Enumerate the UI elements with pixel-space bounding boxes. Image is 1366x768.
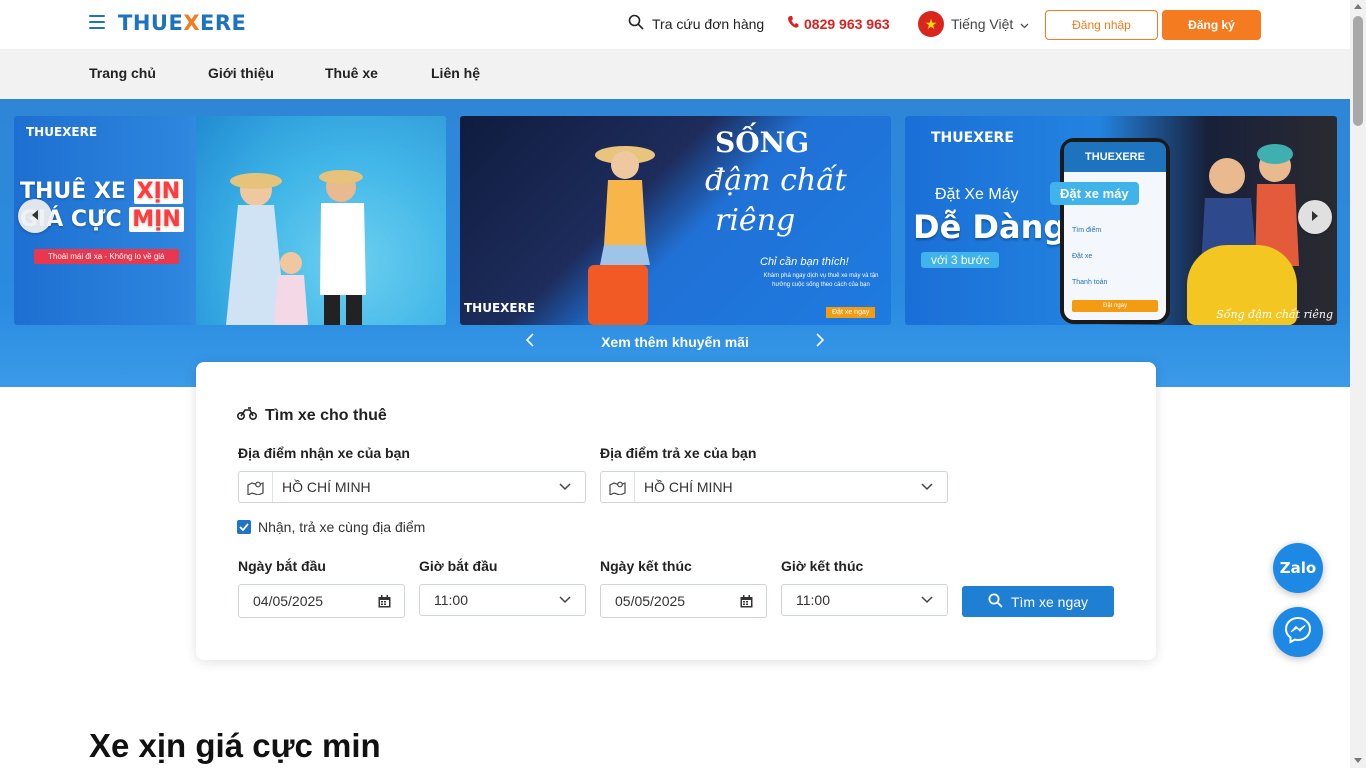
carousel-prev-button[interactable] (18, 199, 52, 233)
chevron-left-icon (30, 208, 40, 224)
dropoff-location-value: HỒ CHÍ MINH (644, 479, 733, 495)
chevron-down-icon (907, 483, 947, 491)
chevron-down-icon (907, 596, 947, 604)
main-nav: Trang chủ Giới thiệu Thuê xe Liên hệ (0, 49, 1350, 99)
calendar-icon (364, 594, 404, 608)
search-card-title: Tìm xe cho thuê (236, 406, 387, 425)
chevron-down-icon (545, 596, 585, 604)
banner-tiny-text: Khám phá ngay dịch vụ thuê xe máy và tận… (763, 273, 879, 288)
top-header: THUEXERE Tra cứu đơn hàng 0829 963 963 ★… (0, 0, 1350, 49)
dropoff-location-label: Địa điểm trả xe của bạn (600, 445, 757, 461)
start-date-value: 04/05/2025 (253, 593, 324, 609)
hero-banner-section: THUEXERE THUÊ XE XỊN GIÁ CỰC MỊN Thoải m… (0, 99, 1350, 387)
vietnam-flag-icon: ★ (918, 11, 944, 37)
traveler-illustration (588, 146, 655, 325)
chevron-down-icon (1020, 16, 1029, 32)
promo-next-icon[interactable] (810, 332, 830, 352)
banner-tagline: Thoải mái đi xa - Không lo về giá (34, 249, 179, 264)
banner-line1: Đặt Xe Máy (935, 186, 1019, 203)
chevron-right-icon (1310, 209, 1320, 225)
promo-pager: Xem thêm khuyến mãi (520, 332, 830, 352)
motorbike-icon (236, 406, 258, 425)
banner-slide-3[interactable]: THUEXERE Đặt Xe Máy Dễ Dàng với 3 bước T… (905, 116, 1337, 325)
start-time-label: Giờ bắt đầu (419, 558, 498, 574)
same-location-checkbox[interactable] (237, 520, 251, 534)
order-lookup-link[interactable]: Tra cứu đơn hàng (628, 14, 764, 33)
pickup-location-label: Địa điểm nhận xe của bạn (238, 445, 410, 461)
site-logo[interactable]: THUEXERE (118, 11, 246, 35)
banner-slide-2[interactable]: SỐNG đậm chất riêng Chỉ cần bạn thích! K… (460, 116, 891, 325)
nav-item-about[interactable]: Giới thiệu (208, 65, 274, 81)
banner-subtitle: đậm chất riêng (705, 163, 847, 238)
end-date-label: Ngày kết thúc (600, 558, 692, 574)
scroll-down-icon[interactable] (1354, 758, 1362, 763)
start-date-input[interactable]: 04/05/2025 (238, 584, 405, 618)
order-lookup-label: Tra cứu đơn hàng (652, 15, 765, 32)
banner-signature: Sống đậm chất riêng (1216, 308, 1333, 321)
page-scrollbar[interactable] (1350, 0, 1366, 768)
map-icon (239, 472, 273, 502)
login-button[interactable]: Đăng nhập (1045, 10, 1158, 40)
nav-item-rent[interactable]: Thuê xe (325, 65, 378, 81)
banner-line2: Dễ Dàng (913, 208, 1067, 246)
banner-book-button: Đặt xe ngay (826, 307, 876, 318)
banner-brand: THUEXERE (464, 301, 536, 315)
start-date-label: Ngày bắt đầu (238, 558, 326, 574)
end-date-input[interactable]: 05/05/2025 (600, 584, 767, 618)
pickup-location-value: HỒ CHÍ MINH (282, 479, 371, 495)
banner-small-text: Chỉ cần bạn thích! (760, 256, 849, 268)
search-submit-button[interactable]: Tìm xe ngay (962, 586, 1114, 617)
promo-link[interactable]: Xem thêm khuyến mãi (601, 334, 749, 350)
section-heading: Xe xịn giá cực min (89, 727, 381, 764)
start-time-select[interactable]: 11:00 (419, 584, 586, 616)
messenger-icon (1284, 616, 1312, 649)
banner-title: SỐNG (715, 126, 810, 159)
search-icon (628, 14, 644, 33)
register-button[interactable]: Đăng ký (1162, 10, 1261, 40)
nav-item-contact[interactable]: Liên hệ (431, 65, 480, 81)
map-icon (601, 472, 635, 502)
banner-brand: THUEXERE (26, 125, 98, 139)
carousel-next-button[interactable] (1298, 200, 1332, 234)
zalo-chat-button[interactable]: Zalo (1273, 543, 1323, 593)
zalo-label: Zalo (1279, 559, 1317, 577)
messenger-chat-button[interactable] (1273, 607, 1323, 657)
dropoff-location-select[interactable]: HỒ CHÍ MINH (600, 471, 948, 503)
banner-slide-1[interactable]: THUEXERE THUÊ XE XỊN GIÁ CỰC MỊN Thoải m… (14, 116, 446, 325)
language-selector[interactable]: ★ Tiếng Việt (918, 11, 1029, 37)
pickup-location-select[interactable]: HỒ CHÍ MINH (238, 471, 586, 503)
banner-brand: THUEXERE (931, 130, 1014, 146)
rental-search-card: Tìm xe cho thuê Địa điểm nhận xe của bạn… (196, 362, 1156, 660)
menu-icon[interactable] (89, 15, 105, 29)
hotline-number: 0829 963 963 (804, 15, 890, 32)
same-location-label: Nhận, trả xe cùng địa điểm (258, 519, 426, 535)
scroll-up-icon[interactable] (1354, 4, 1362, 9)
end-date-value: 05/05/2025 (615, 593, 686, 609)
end-time-value: 11:00 (796, 592, 830, 608)
start-time-value: 11:00 (434, 592, 468, 608)
scroll-thumb[interactable] (1353, 16, 1363, 126)
phone-icon (787, 15, 799, 32)
chevron-down-icon (545, 483, 585, 491)
family-illustration (226, 170, 366, 325)
end-time-select[interactable]: 11:00 (781, 584, 948, 616)
search-icon (988, 593, 1003, 611)
promo-prev-icon[interactable] (520, 332, 540, 352)
hotline-link[interactable]: 0829 963 963 (787, 15, 890, 32)
banner-order-button: Đặt xe máy (1050, 182, 1139, 205)
nav-item-home[interactable]: Trang chủ (89, 65, 156, 81)
phone-mockup: THUEXERE Tìm điểm Đặt xe Thanh toán Đặt … (1060, 138, 1170, 324)
banner-pill: với 3 bước (921, 252, 1000, 268)
same-location-option[interactable]: Nhận, trả xe cùng địa điểm (237, 519, 425, 535)
search-submit-label: Tìm xe ngay (1010, 593, 1089, 610)
calendar-icon (726, 594, 766, 608)
end-time-label: Giờ kết thúc (781, 558, 864, 574)
language-label: Tiếng Việt (951, 16, 1014, 32)
